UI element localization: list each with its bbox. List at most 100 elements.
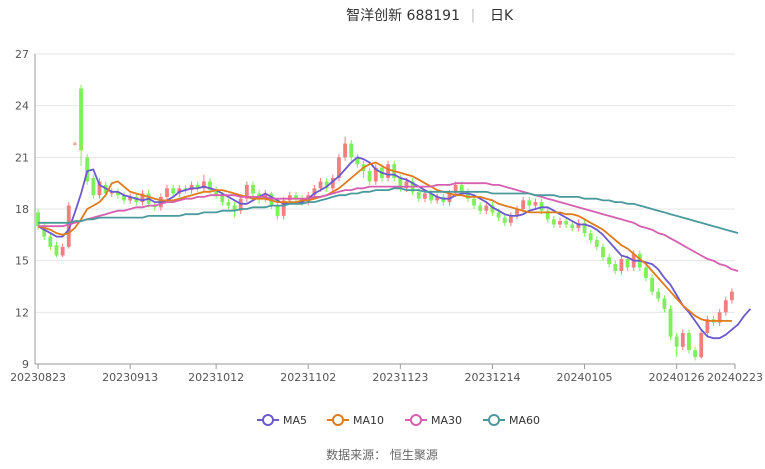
x-tick-label: 20231123 — [372, 371, 428, 384]
candle — [545, 207, 550, 223]
legend-label: MA60 — [509, 414, 540, 427]
candle — [281, 196, 286, 220]
candle — [165, 184, 169, 201]
candle — [601, 243, 605, 261]
candle-body — [551, 219, 556, 225]
candle — [551, 215, 556, 228]
candle-body — [594, 240, 599, 247]
candle — [693, 346, 697, 361]
header-separator: | — [471, 8, 475, 23]
candle — [140, 190, 145, 206]
y-tick-label: 24 — [15, 100, 29, 113]
candle — [656, 288, 661, 302]
candle-body — [79, 88, 83, 151]
y-tick-label: 9 — [22, 358, 29, 371]
candle-body — [533, 202, 538, 206]
x-tick-label: 20240105 — [557, 371, 613, 384]
candle-body — [687, 333, 691, 351]
y-tick-label: 21 — [15, 151, 29, 164]
candle-body — [625, 258, 630, 268]
candle-body — [472, 198, 476, 206]
candle-body — [607, 257, 612, 265]
candle — [91, 174, 96, 199]
candle — [680, 329, 685, 351]
legend-marker — [262, 414, 274, 426]
candle — [502, 214, 507, 227]
candle-body — [527, 200, 532, 206]
legend-marker — [488, 414, 500, 426]
candle — [85, 153, 90, 185]
legend-label: MA5 — [283, 414, 307, 427]
legend-label: MA30 — [431, 414, 462, 427]
candle-body — [656, 291, 661, 299]
x-tick-label: 20240126 — [649, 371, 705, 384]
candle — [128, 193, 133, 204]
candle — [478, 202, 483, 215]
candle — [73, 141, 77, 146]
candle-body — [588, 233, 593, 240]
candle — [367, 167, 372, 185]
candle — [465, 188, 470, 203]
data-source: 数据来源： 恒生聚源 — [326, 447, 438, 462]
y-tick-label: 18 — [15, 203, 29, 216]
candle-body — [570, 224, 575, 228]
candle-body — [54, 245, 59, 256]
candle-body — [60, 246, 65, 256]
candle — [594, 236, 599, 251]
candle — [613, 260, 618, 275]
candlestick-chart: 智洋创新 688191 | 日K 9121518212427 20230823 2… — [10, 8, 763, 462]
candle — [226, 198, 231, 209]
candle — [54, 241, 59, 258]
candle-body — [165, 188, 169, 197]
candle — [650, 274, 655, 296]
candle-body — [558, 221, 562, 225]
x-tick-label: 20231214 — [464, 371, 520, 384]
candle — [355, 153, 360, 168]
candle — [723, 296, 728, 316]
x-tick-label: 20240223 — [707, 371, 763, 384]
candle — [48, 233, 53, 251]
candle-body — [564, 221, 569, 225]
candle — [619, 255, 624, 275]
candle-body — [36, 212, 40, 227]
candle-body — [650, 277, 655, 292]
candle-body — [521, 200, 526, 209]
candle — [435, 193, 440, 204]
legend-marker — [410, 414, 422, 426]
series-line-ma5 — [37, 156, 752, 340]
candle-body — [275, 205, 280, 216]
y-tick-label: 27 — [15, 48, 29, 61]
candle-body — [699, 333, 704, 358]
candle-body — [367, 171, 372, 182]
x-tick-label: 20231102 — [280, 371, 336, 384]
candle — [527, 196, 532, 209]
candle — [79, 85, 83, 166]
y-axis: 9 12 15 18 21 24 27 — [15, 48, 36, 371]
candle — [558, 217, 562, 228]
candle-body — [496, 212, 501, 218]
candle — [705, 315, 710, 337]
x-tick-label: 20231012 — [188, 371, 244, 384]
candle-body — [416, 191, 421, 199]
legend-label: MA10 — [353, 414, 384, 427]
x-tick-label: 20230913 — [102, 371, 158, 384]
candle-body — [220, 195, 225, 203]
candle-body — [680, 333, 685, 347]
x-tick-label: 20230823 — [10, 371, 66, 384]
candle-body — [386, 164, 390, 178]
candle-body — [662, 298, 667, 309]
y-tick-label: 12 — [15, 306, 29, 319]
candle — [60, 243, 65, 258]
candle-body — [226, 202, 231, 206]
candle — [251, 181, 255, 197]
candle — [515, 205, 519, 220]
candle — [508, 212, 513, 227]
candle-body — [674, 336, 679, 347]
candle — [244, 181, 249, 203]
ma-lines — [37, 156, 752, 340]
candle — [275, 202, 280, 220]
candle — [195, 181, 200, 192]
candle — [668, 305, 673, 340]
candle-body — [349, 143, 354, 158]
candle — [662, 295, 667, 313]
